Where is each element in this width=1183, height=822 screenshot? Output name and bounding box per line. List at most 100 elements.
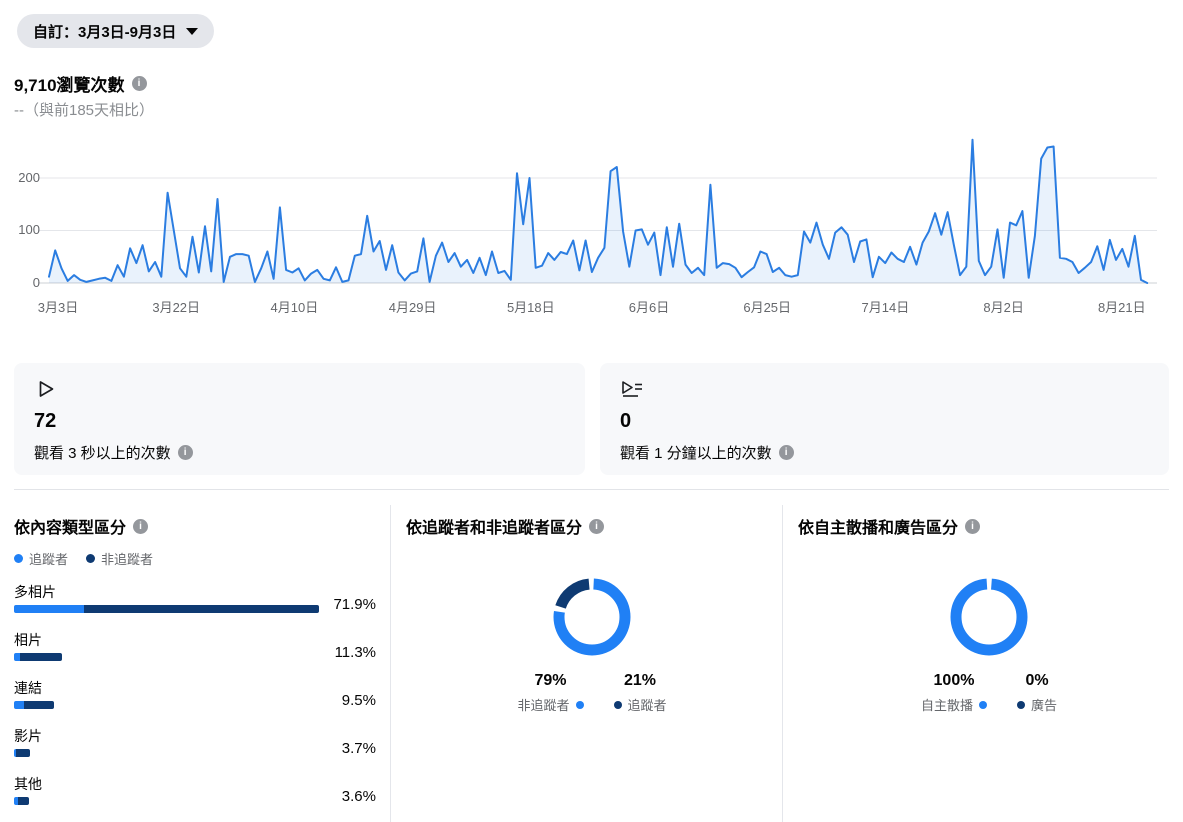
date-range-button[interactable]: 自訂：3月3日-9月3日 bbox=[17, 14, 214, 48]
page-title: 9,710瀏覽次數 bbox=[14, 71, 125, 96]
bar-label: 影片 bbox=[14, 726, 42, 746]
bar-row[interactable]: 連結 9.5% bbox=[14, 676, 376, 724]
stat-value: 0 bbox=[620, 410, 1149, 433]
legend-item-follower: 追蹤者 bbox=[14, 549, 68, 568]
bar-label: 相片 bbox=[14, 630, 42, 650]
insights-page: 自訂：3月3日-9月3日 9,710瀏覽次數 i --（與前185天相比） 20… bbox=[0, 0, 1183, 822]
bar-percent: 9.5% bbox=[342, 692, 376, 709]
donut-percent: 0% bbox=[1017, 672, 1057, 690]
bar-segment-follower bbox=[14, 605, 84, 613]
stat-card-3s-views: 72 觀看 3 秒以上的次數 i bbox=[14, 363, 585, 475]
section-heading-content-type: 依內容類型區分 i bbox=[14, 514, 148, 538]
legend-dot-navy bbox=[86, 554, 95, 563]
donut-label-follower: 21% 追蹤者 bbox=[614, 672, 667, 714]
legend-dot-blue bbox=[979, 701, 987, 709]
content-type-bars: 多相片 71.9% 相片 11.3% 連結 9.5% 影片 3.7% 其他 3.6% bbox=[14, 580, 376, 822]
legend-item-nonfollower: 非追蹤者 bbox=[86, 549, 153, 568]
bar-segment-nonfollower bbox=[18, 797, 29, 805]
donut-label-text: 廣告 bbox=[1031, 695, 1057, 714]
bar-segment-nonfollower bbox=[24, 701, 54, 709]
y-axis-label: 200 bbox=[0, 169, 40, 187]
bar-track bbox=[14, 797, 29, 805]
follower-donut-labels: 79% 非追蹤者 21% 追蹤者 bbox=[482, 672, 702, 714]
play-list-icon bbox=[620, 378, 644, 400]
legend-label: 非追蹤者 bbox=[101, 549, 153, 568]
donut-label-text: 非追蹤者 bbox=[517, 695, 569, 714]
section-title: 依內容類型區分 bbox=[14, 514, 126, 538]
column-divider bbox=[782, 505, 783, 822]
bar-label: 其他 bbox=[14, 774, 42, 794]
donut-label-organic: 100% 自主散播 bbox=[921, 672, 987, 714]
line-chart-fill bbox=[49, 140, 1147, 283]
legend-dot-navy bbox=[614, 701, 622, 709]
donut-percent: 100% bbox=[921, 672, 987, 690]
bar-segment-nonfollower bbox=[84, 605, 319, 613]
info-icon[interactable]: i bbox=[178, 445, 193, 460]
y-axis-label: 100 bbox=[0, 221, 40, 239]
y-axis-label: 0 bbox=[0, 274, 40, 292]
bar-label: 多相片 bbox=[14, 582, 56, 602]
stat-label: 觀看 1 分鐘以上的次數 bbox=[620, 442, 772, 463]
x-axis-label: 3月22日 bbox=[152, 297, 200, 316]
bar-percent: 3.7% bbox=[342, 740, 376, 757]
follower-donut-chart[interactable] bbox=[544, 569, 640, 665]
bar-row[interactable]: 其他 3.6% bbox=[14, 772, 376, 820]
comparison-subtitle: --（與前185天相比） bbox=[14, 99, 154, 120]
views-line-chart[interactable]: 200 100 0 3月3日 3月22日 4月10日 4月29日 5月18日 6月6日 6月… bbox=[0, 130, 1183, 325]
section-heading-follower-split: 依追蹤者和非追蹤者區分 i bbox=[406, 514, 604, 538]
info-icon[interactable]: i bbox=[589, 519, 604, 534]
bar-track bbox=[14, 701, 54, 709]
x-axis-label: 4月10日 bbox=[271, 297, 319, 316]
section-title: 依自主散播和廣告區分 bbox=[798, 514, 958, 538]
x-axis-label: 5月18日 bbox=[507, 297, 555, 316]
stat-value: 72 bbox=[34, 410, 565, 433]
section-title: 依追蹤者和非追蹤者區分 bbox=[406, 514, 582, 538]
bar-track bbox=[14, 749, 30, 757]
column-divider bbox=[390, 505, 391, 822]
bar-percent: 11.3% bbox=[335, 644, 376, 661]
x-axis-label: 8月2日 bbox=[983, 297, 1023, 316]
follower-legend: 追蹤者 非追蹤者 bbox=[14, 549, 153, 568]
info-icon[interactable]: i bbox=[132, 76, 147, 91]
x-axis-label: 6月6日 bbox=[629, 297, 669, 316]
donut-label-text: 追蹤者 bbox=[628, 695, 667, 714]
section-divider bbox=[14, 489, 1169, 490]
info-icon[interactable]: i bbox=[965, 519, 980, 534]
stat-label: 觀看 3 秒以上的次數 bbox=[34, 442, 171, 463]
bar-row[interactable]: 多相片 71.9% bbox=[14, 580, 376, 628]
bar-row[interactable]: 影片 3.7% bbox=[14, 724, 376, 772]
legend-label: 追蹤者 bbox=[29, 549, 68, 568]
x-axis-label: 6月25日 bbox=[743, 297, 791, 316]
x-axis-label: 3月3日 bbox=[38, 297, 78, 316]
bar-percent: 3.6% bbox=[342, 788, 376, 805]
bar-row[interactable]: 相片 11.3% bbox=[14, 628, 376, 676]
caret-down-icon bbox=[186, 28, 198, 35]
donut-label-text: 自主散播 bbox=[921, 695, 973, 714]
bar-segment-nonfollower bbox=[20, 653, 62, 661]
bar-segment-nonfollower bbox=[16, 749, 30, 757]
page-header: 9,710瀏覽次數 i bbox=[14, 71, 147, 96]
info-icon[interactable]: i bbox=[779, 445, 794, 460]
bar-label: 連結 bbox=[14, 678, 42, 698]
info-icon[interactable]: i bbox=[133, 519, 148, 534]
legend-dot-blue bbox=[576, 701, 584, 709]
donut-percent: 79% bbox=[517, 672, 583, 690]
bar-track bbox=[14, 605, 319, 613]
section-heading-distribution: 依自主散播和廣告區分 i bbox=[798, 514, 980, 538]
line-chart-canvas[interactable] bbox=[0, 130, 1183, 325]
legend-dot-blue bbox=[14, 554, 23, 563]
bar-segment-follower bbox=[14, 701, 24, 709]
donut-label-ads: 0% 廣告 bbox=[1017, 672, 1057, 714]
donut-label-nonfollower: 79% 非追蹤者 bbox=[517, 672, 583, 714]
distribution-donut-chart[interactable] bbox=[941, 569, 1037, 665]
date-range-label: 自訂：3月3日-9月3日 bbox=[33, 21, 176, 42]
x-axis-label: 4月29日 bbox=[389, 297, 437, 316]
x-axis-label: 7月14日 bbox=[862, 297, 910, 316]
bar-track bbox=[14, 653, 62, 661]
play-icon bbox=[34, 378, 56, 400]
bar-percent: 71.9% bbox=[333, 596, 376, 613]
donut-percent: 21% bbox=[614, 672, 667, 690]
x-axis-label: 8月21日 bbox=[1098, 297, 1146, 316]
legend-dot-navy bbox=[1017, 701, 1025, 709]
distribution-donut-labels: 100% 自主散播 0% 廣告 bbox=[879, 672, 1099, 714]
